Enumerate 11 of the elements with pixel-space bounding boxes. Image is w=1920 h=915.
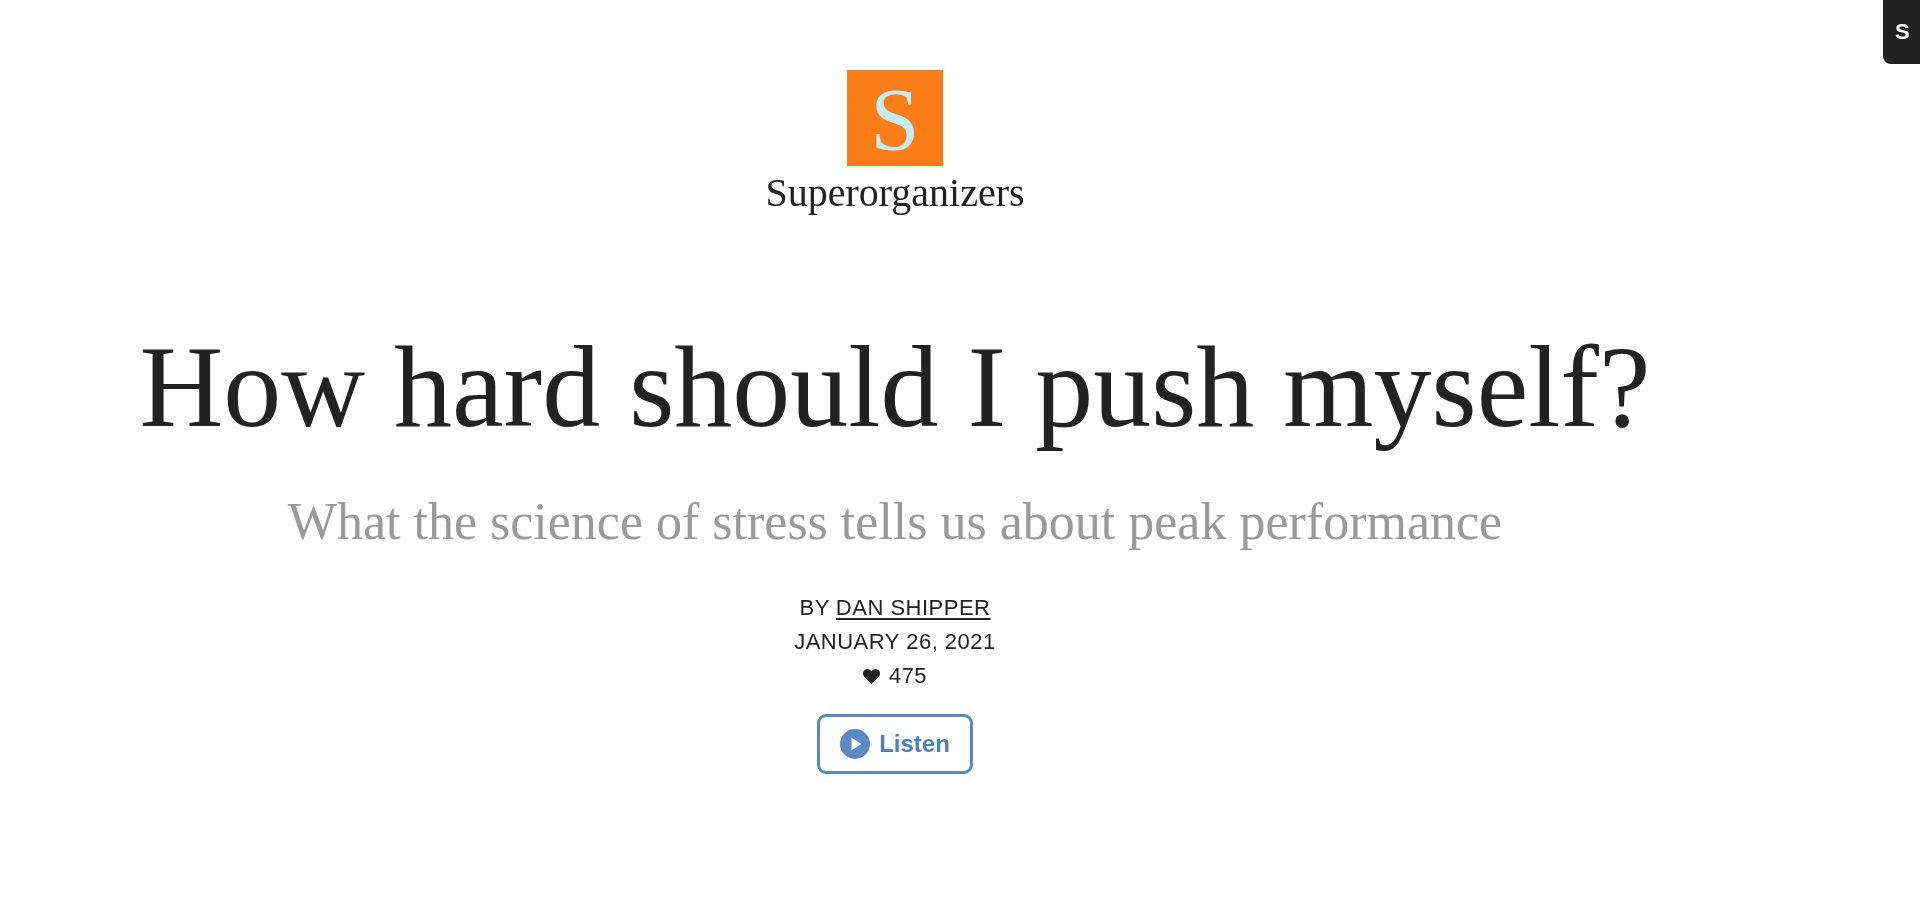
publication-name[interactable]: Superorganizers bbox=[765, 171, 1025, 215]
listen-button[interactable]: Listen bbox=[817, 714, 973, 774]
like-count: 475 bbox=[888, 662, 928, 690]
author-link[interactable]: DAN SHIPPER bbox=[835, 591, 991, 625]
byline-label: BY bbox=[799, 594, 830, 622]
publish-date: JANUARY 26, 2021 bbox=[794, 628, 996, 656]
article-subtitle: What the science of stress tells us about peak performance bbox=[287, 492, 1503, 552]
play-icon bbox=[840, 729, 871, 759]
article-title: How hard should I push myself? bbox=[139, 322, 1651, 453]
corner-button[interactable]: S bbox=[1883, 0, 1920, 64]
heart-icon bbox=[862, 668, 880, 684]
